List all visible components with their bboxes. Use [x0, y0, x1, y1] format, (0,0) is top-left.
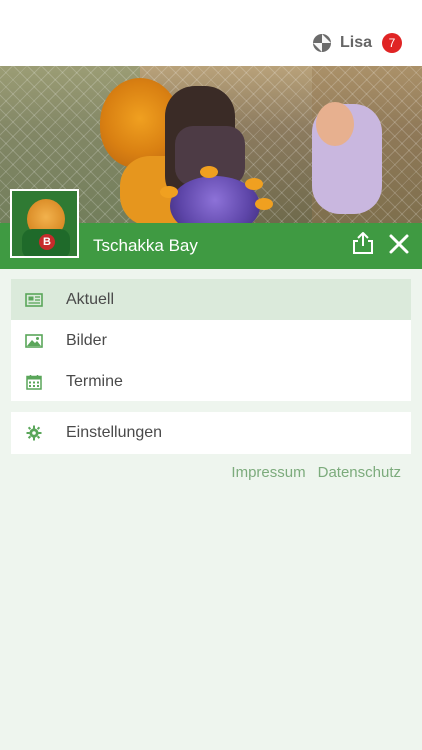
notification-badge[interactable]: 7: [382, 33, 402, 53]
top-bar: Lisa 7: [0, 0, 422, 66]
ball-spike: [255, 198, 273, 210]
app-root: Lisa 7 B Tschakka Bay Aktuell Bilder Ter…: [0, 0, 422, 750]
child-face-right: [316, 102, 354, 146]
calendar-icon: [25, 374, 43, 390]
ball-spike: [245, 178, 263, 190]
menu-label-einstellungen: Einstellungen: [66, 423, 163, 441]
menu-label-aktuell: Aktuell: [66, 290, 115, 308]
gear-icon: [25, 425, 43, 440]
user-name[interactable]: Lisa: [340, 34, 372, 52]
menu-label-bilder: Bilder: [66, 331, 107, 349]
datenschutz-link[interactable]: Datenschutz: [318, 464, 401, 481]
menu-item-einstellungen[interactable]: Einstellungen: [11, 412, 411, 453]
footer-links: Impressum Datenschutz: [231, 464, 401, 481]
menu-item-bilder[interactable]: Bilder: [11, 320, 411, 361]
menu-label-termine: Termine: [66, 372, 123, 390]
mascot-b-logo-icon: B: [39, 234, 55, 250]
secondary-menu: Einstellungen: [11, 412, 411, 454]
venue-avatar: B: [10, 189, 79, 258]
ball-spike: [200, 166, 218, 178]
share-icon[interactable]: [352, 231, 374, 255]
close-icon[interactable]: [388, 233, 410, 255]
impressum-link[interactable]: Impressum: [231, 464, 305, 481]
venue-title: Tschakka Bay: [93, 236, 198, 255]
menu-item-termine[interactable]: Termine: [11, 361, 411, 402]
menu-item-aktuell[interactable]: Aktuell: [11, 279, 411, 320]
user-menu[interactable]: Lisa 7: [312, 33, 402, 53]
newspaper-icon: [25, 292, 43, 307]
primary-menu: Aktuell Bilder Termine: [11, 279, 411, 401]
ball-spike: [160, 186, 178, 198]
image-icon: [25, 333, 43, 348]
user-logo-icon: [312, 34, 331, 52]
